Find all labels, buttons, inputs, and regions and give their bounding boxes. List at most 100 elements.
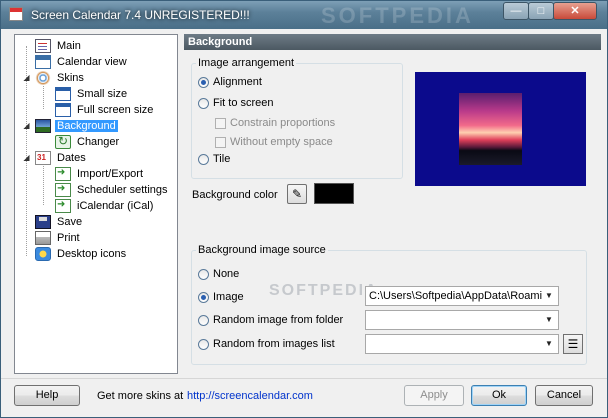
tree-item-small-size[interactable]: Small size — [55, 86, 129, 102]
cancel-button[interactable]: Cancel — [535, 385, 593, 406]
background-preview — [415, 72, 586, 186]
dates-icon — [35, 151, 51, 165]
random-folder-combo[interactable]: ▼ — [365, 310, 559, 330]
tree-item-label: Import/Export — [77, 168, 144, 180]
tree-item-label: Main — [57, 40, 81, 52]
help-button[interactable]: Help — [14, 385, 80, 406]
source-random-folder-radio[interactable]: Random image from folder — [198, 314, 343, 326]
softpedia-watermark: SOFTPEDIA — [269, 282, 379, 299]
tree-item-icalendar[interactable]: iCalendar (iCal) — [55, 198, 155, 214]
tree-item-calendar-view[interactable]: Calendar view — [35, 54, 129, 70]
close-button[interactable]: ✕ — [553, 2, 597, 20]
window-icon — [55, 103, 71, 117]
combo-value: C:\Users\Softpedia\AppData\Roaming — [369, 290, 542, 302]
radio-label: Alignment — [213, 76, 262, 88]
radio-label: Image — [213, 291, 244, 303]
window-icon — [55, 87, 71, 101]
skins-icon — [35, 71, 51, 85]
tree-item-label: Skins — [57, 72, 84, 84]
checkbox-box — [215, 117, 226, 129]
chevron-down-icon[interactable]: ▼ — [542, 311, 556, 329]
footer-separator — [1, 378, 607, 379]
fit-to-screen-radio[interactable]: Fit to screen — [198, 97, 274, 109]
tree-item-label: Small size — [77, 88, 128, 100]
source-image-radio[interactable]: Image — [198, 291, 244, 303]
get-skins-text: Get more skins at — [97, 390, 184, 402]
radio-dot — [198, 338, 209, 350]
desktop-icon — [35, 247, 51, 261]
group-title: Background image source — [196, 244, 328, 256]
checkbox-label: Without empty space — [230, 136, 333, 148]
tree-item-skins[interactable]: Skins — [35, 70, 86, 86]
source-none-radio[interactable]: None — [198, 268, 239, 280]
browse-list-button[interactable]: ☰ — [563, 334, 583, 354]
random-list-combo[interactable]: ▼ — [365, 334, 559, 354]
tree-item-label: Calendar view — [57, 56, 127, 68]
tree-item-scheduler-settings[interactable]: Scheduler settings — [55, 182, 170, 198]
radio-dot — [198, 268, 209, 280]
tree-item-changer[interactable]: Changer — [55, 134, 121, 150]
tree-item-desktop-icons[interactable]: Desktop icons — [35, 246, 128, 262]
collapse-dates-icon[interactable]: ◢ — [22, 153, 31, 162]
background-color-label: Background color — [192, 189, 278, 201]
tree-item-dates[interactable]: Dates — [35, 150, 88, 166]
tree-item-import-export[interactable]: Import/Export — [55, 166, 145, 182]
settings-tree[interactable]: ◢ ◢ ◢ Main Calendar view Skins Small siz… — [14, 34, 178, 374]
radio-label: Random image from folder — [213, 314, 344, 326]
radio-dot — [198, 314, 209, 326]
alignment-radio[interactable]: Alignment — [198, 76, 262, 88]
changer-icon — [55, 134, 71, 149]
arrow-icon — [55, 167, 71, 181]
background-color-swatch[interactable] — [314, 183, 354, 204]
source-random-list-radio[interactable]: Random from images list — [198, 338, 335, 350]
chevron-down-icon[interactable]: ▼ — [542, 335, 556, 353]
collapse-background-icon[interactable]: ◢ — [22, 121, 31, 130]
tile-radio[interactable]: Tile — [198, 153, 230, 165]
tree-item-full-screen-size[interactable]: Full screen size — [55, 102, 155, 118]
ok-button[interactable]: Ok — [471, 385, 527, 406]
background-icon — [35, 119, 51, 133]
collapse-skins-icon[interactable]: ◢ — [22, 73, 31, 82]
image-path-combo[interactable]: C:\Users\Softpedia\AppData\Roaming ▼ — [365, 286, 559, 306]
color-picker-button[interactable]: ✎ — [287, 184, 307, 204]
without-empty-space-checkbox[interactable]: Without empty space — [215, 136, 333, 148]
checkbox-box — [215, 136, 226, 148]
save-icon — [35, 215, 51, 229]
chevron-down-icon[interactable]: ▼ — [542, 287, 556, 305]
print-icon — [35, 231, 51, 245]
skins-link[interactable]: http://screencalendar.com — [187, 390, 313, 402]
radio-dot — [198, 76, 209, 88]
title-bar[interactable]: Screen Calendar 7.4 UNREGISTERED!!! SOFT… — [1, 1, 607, 29]
arrow-icon — [55, 183, 71, 197]
radio-label: Fit to screen — [213, 97, 274, 109]
minimize-button[interactable]: — — [503, 2, 529, 20]
tree-item-save[interactable]: Save — [35, 214, 84, 230]
radio-dot — [198, 153, 209, 165]
tree-item-background[interactable]: Background — [35, 118, 118, 134]
radio-dot — [198, 97, 209, 109]
arrow-icon — [55, 199, 71, 213]
maximize-button[interactable]: □ — [528, 2, 554, 20]
eyedropper-icon: ✎ — [291, 187, 303, 201]
title-watermark: SOFTPEDIA — [321, 3, 474, 28]
constrain-proportions-checkbox[interactable]: Constrain proportions — [215, 117, 335, 129]
radio-dot — [198, 291, 209, 303]
tree-item-label: iCalendar (iCal) — [77, 200, 154, 212]
main-doc-icon — [35, 39, 51, 53]
apply-button[interactable]: Apply — [404, 385, 464, 406]
tree-item-main[interactable]: Main — [35, 38, 83, 54]
tree-item-label: Background — [55, 120, 118, 132]
tree-item-label: Print — [57, 232, 80, 244]
radio-label: Random from images list — [213, 338, 335, 350]
tree-item-label: Full screen size — [77, 104, 154, 116]
settings-window: Screen Calendar 7.4 UNREGISTERED!!! SOFT… — [0, 0, 608, 418]
radio-label: None — [213, 268, 240, 280]
window-title: Screen Calendar 7.4 UNREGISTERED!!! — [31, 8, 250, 22]
tree-item-label: Desktop icons — [57, 248, 127, 260]
tree-item-print[interactable]: Print — [35, 230, 82, 246]
tree-item-label: Changer — [77, 136, 120, 148]
list-edit-icon: ☰ — [567, 337, 579, 351]
preview-sunset-image — [459, 93, 522, 165]
panel-header: Background — [184, 34, 601, 50]
checkbox-label: Constrain proportions — [230, 117, 336, 129]
